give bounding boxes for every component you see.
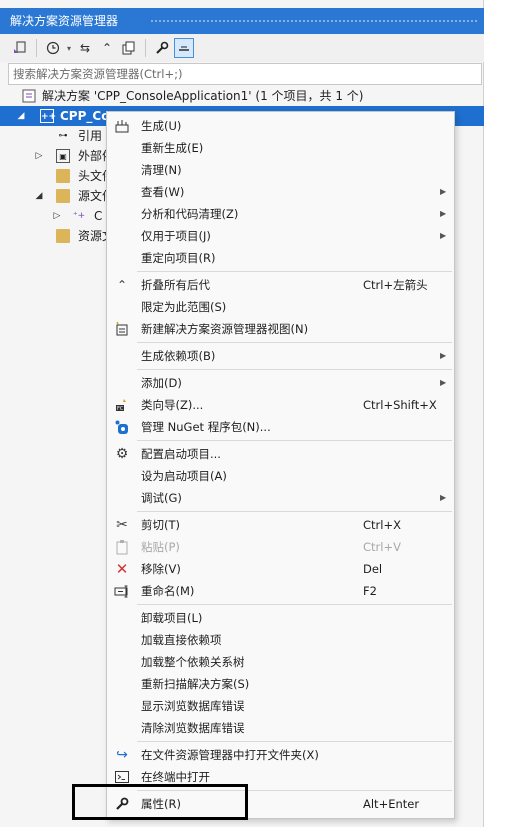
menu-item-build-dependencies[interactable]: 生成依赖项(B) ▶ — [107, 345, 454, 367]
menu-item-show-browse-db-errors[interactable]: 显示浏览数据库错误 — [107, 695, 454, 717]
collapse-all-icon[interactable]: ⌃ — [97, 38, 117, 58]
menu-item-clear-browse-db-errors[interactable]: 清除浏览数据库错误 — [107, 717, 454, 739]
remove-icon: ✕ — [115, 560, 129, 578]
menu-item-collapse-descendants[interactable]: ⌃ 折叠所有后代 Ctrl+左箭头 — [107, 274, 454, 296]
preview-selected-icon[interactable] — [174, 38, 194, 58]
title-drag-grip[interactable] — [150, 19, 478, 24]
solution-explorer-toolbar: ▾ ⇆ ⌃ — [0, 34, 484, 62]
gear-icon: ⚙ — [115, 446, 129, 462]
menu-separator — [137, 342, 452, 343]
sync-with-document-icon[interactable] — [10, 38, 30, 58]
solution-icon — [22, 89, 36, 103]
menu-item-new-view[interactable]: 新建解决方案资源管理器视图(N) — [107, 318, 454, 340]
search-input[interactable]: 搜索解决方案资源管理器(Ctrl+;) — [8, 63, 482, 85]
cpp-project-icon: ++ — [40, 109, 56, 123]
menu-item-build[interactable]: 生成(U) — [107, 115, 454, 137]
panel-title-bar[interactable]: 解决方案资源管理器 — [0, 8, 484, 34]
folder-icon — [56, 169, 70, 183]
menu-item-open-in-explorer[interactable]: ↪ 在文件资源管理器中打开文件夹(X) — [107, 744, 454, 766]
history-dropdown-icon[interactable]: ▾ — [65, 38, 73, 58]
menu-item-scope-to-this[interactable]: 限定为此范围(S) — [107, 296, 454, 318]
menu-item-remove[interactable]: ✕ 移除(V) Del — [107, 558, 454, 580]
menu-item-cut[interactable]: ✂ 剪切(T) Ctrl+X — [107, 514, 454, 536]
submenu-arrow-icon: ▶ — [440, 378, 447, 387]
menu-separator — [137, 271, 452, 272]
menu-separator — [137, 511, 452, 512]
switch-views-icon[interactable]: ⇆ — [75, 38, 95, 58]
terminal-icon — [114, 769, 130, 785]
open-folder-icon: ↪ — [116, 747, 128, 763]
annotation-highlight-box — [72, 784, 248, 820]
project-label: CPP_Co — [60, 109, 110, 123]
cpp-file-icon: ⁺+ — [72, 211, 86, 221]
menu-item-add[interactable]: 添加(D) ▶ — [107, 372, 454, 394]
svg-text:FC: FC — [117, 406, 124, 412]
menu-item-manage-nuget[interactable]: 管理 NuGet 程序包(N)... — [107, 416, 454, 438]
submenu-arrow-icon: ▶ — [440, 493, 447, 502]
references-icon: ⊶ — [58, 131, 68, 141]
menu-item-clean[interactable]: 清理(N) — [107, 159, 454, 181]
menu-item-rescan-solution[interactable]: 重新扫描解决方案(S) — [107, 673, 454, 695]
properties-wrench-icon[interactable] — [152, 38, 172, 58]
menu-separator — [137, 741, 452, 742]
menu-item-analyze[interactable]: 分析和代码清理(Z) ▶ — [107, 203, 454, 225]
class-wizard-icon: FC — [114, 397, 130, 413]
references-label: 引用 — [78, 129, 103, 143]
nuget-icon — [114, 419, 130, 435]
build-icon — [114, 118, 130, 134]
cut-icon: ✂ — [116, 517, 128, 533]
new-view-icon — [114, 321, 130, 337]
history-icon[interactable] — [43, 38, 63, 58]
menu-item-load-direct-deps[interactable]: 加载直接依赖项 — [107, 629, 454, 651]
menu-item-retarget[interactable]: 重定向项目(R) — [107, 247, 454, 269]
toolbar-separator — [36, 39, 37, 57]
menu-separator — [137, 604, 452, 605]
context-menu: 生成(U) 重新生成(E) 清理(N) 查看(W) ▶ 分析和代码清理(Z) ▶… — [106, 111, 455, 819]
submenu-arrow-icon: ▶ — [440, 231, 447, 240]
menu-item-project-only[interactable]: 仅用于项目(J) ▶ — [107, 225, 454, 247]
menu-separator — [137, 440, 452, 441]
paste-icon — [114, 539, 130, 555]
show-all-files-icon[interactable] — [119, 38, 139, 58]
menu-item-unload-project[interactable]: 卸载项目(L) — [107, 607, 454, 629]
external-dependencies-icon: ▣ — [56, 149, 70, 163]
menu-item-rebuild[interactable]: 重新生成(E) — [107, 137, 454, 159]
solution-label: 解决方案 'CPP_ConsoleApplication1' (1 个项目，共 … — [42, 89, 364, 103]
menu-separator — [137, 369, 452, 370]
collapse-icon: ⌃ — [116, 278, 128, 292]
toolbar-separator — [145, 39, 146, 57]
submenu-arrow-icon: ▶ — [440, 209, 447, 218]
expand-arrow-icon[interactable]: ◢ — [34, 186, 44, 206]
menu-item-paste: 粘贴(P) Ctrl+V — [107, 536, 454, 558]
menu-item-view[interactable]: 查看(W) ▶ — [107, 181, 454, 203]
folder-icon — [56, 189, 70, 203]
menu-item-rename[interactable]: 重命名(M) F2 — [107, 580, 454, 602]
menu-item-debug[interactable]: 调试(G) ▶ — [107, 487, 454, 509]
menu-item-class-wizard[interactable]: FC 类向导(Z)... Ctrl+Shift+X — [107, 394, 454, 416]
menu-item-load-dep-tree[interactable]: 加载整个依赖关系树 — [107, 651, 454, 673]
source-file-label: C — [94, 209, 103, 223]
menu-item-set-startup[interactable]: 设为启动项目(A) — [107, 465, 454, 487]
submenu-arrow-icon: ▶ — [440, 187, 447, 196]
panel-title: 解决方案资源管理器 — [10, 14, 119, 28]
tree-item-solution[interactable]: 解决方案 'CPP_ConsoleApplication1' (1 个项目，共 … — [0, 86, 484, 106]
menu-item-configure-startup[interactable]: ⚙ 配置启动项目... — [107, 443, 454, 465]
expand-arrow-icon[interactable]: ▷ — [52, 206, 62, 226]
submenu-arrow-icon: ▶ — [440, 351, 447, 360]
rename-icon — [114, 583, 130, 599]
expand-arrow-icon[interactable]: ▷ — [34, 146, 44, 166]
folder-icon — [56, 229, 70, 243]
expand-arrow-icon[interactable]: ◢ — [16, 106, 26, 126]
